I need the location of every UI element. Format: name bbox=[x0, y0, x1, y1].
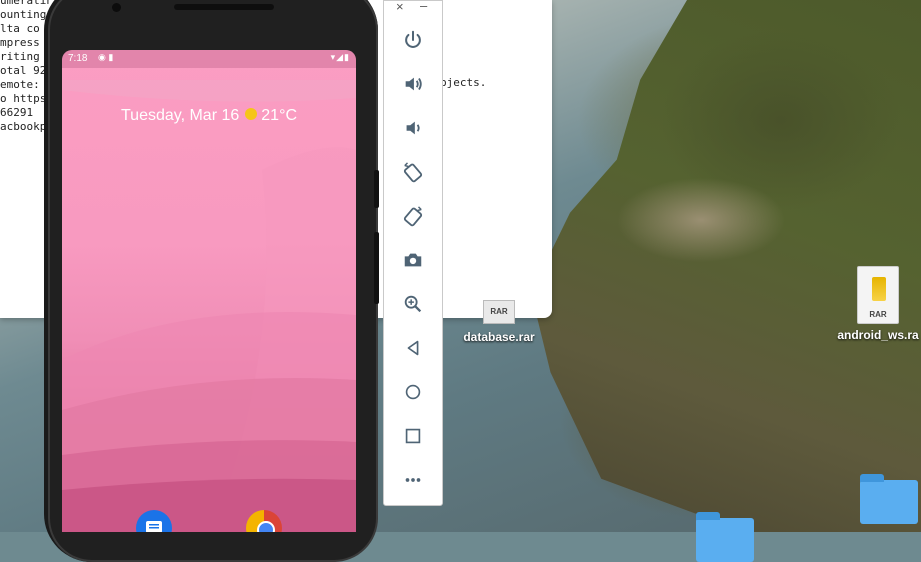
terminal-line: acbookp bbox=[0, 120, 47, 133]
volume-down-icon bbox=[406, 121, 420, 135]
zoom-button[interactable] bbox=[399, 290, 427, 318]
more-button[interactable] bbox=[399, 466, 427, 494]
sun-weather-icon bbox=[245, 108, 258, 121]
terminal-line-right: bjects. bbox=[440, 76, 487, 89]
desktop-icon-database-rar[interactable]: RAR database.rar bbox=[452, 300, 546, 344]
volume-up-button[interactable] bbox=[399, 70, 427, 98]
terminal-line: umeratin bbox=[0, 0, 50, 7]
volume-down-button[interactable] bbox=[399, 114, 427, 142]
emulator-toolbar: × – bbox=[383, 0, 443, 506]
terminal-line: riting bbox=[0, 50, 40, 63]
terminal-line: 66291 bbox=[0, 106, 34, 119]
rotate-left-button[interactable] bbox=[399, 158, 427, 186]
rar-file-icon: RAR bbox=[857, 266, 899, 324]
rar-archive-band bbox=[872, 277, 886, 301]
phone-volume-button bbox=[374, 232, 379, 304]
power-icon bbox=[405, 30, 421, 48]
zoom-icon bbox=[404, 295, 422, 313]
front-camera-icon bbox=[112, 3, 121, 12]
file-type-tag: RAR bbox=[869, 310, 887, 319]
terminal-line: otal 92 bbox=[0, 64, 47, 77]
message-bubble-icon bbox=[146, 521, 162, 532]
rotate-left-icon bbox=[403, 162, 423, 183]
emulator-window-controls: × – bbox=[384, 0, 442, 15]
back-button[interactable] bbox=[399, 334, 427, 362]
rotate-right-icon bbox=[403, 206, 423, 227]
temperature-text: 21°C bbox=[261, 107, 298, 124]
terminal-line: mpress bbox=[0, 36, 40, 49]
rar-file-icon: RAR bbox=[483, 300, 515, 324]
more-icon bbox=[405, 478, 421, 482]
status-time: 7:18 bbox=[68, 53, 88, 64]
earpiece-speaker bbox=[174, 4, 274, 10]
terminal-line: lta co bbox=[0, 22, 40, 35]
home-button[interactable] bbox=[399, 378, 427, 406]
back-icon bbox=[407, 340, 419, 356]
home-icon bbox=[405, 384, 421, 400]
minimize-button[interactable]: – bbox=[420, 0, 427, 13]
terminal-line: emote: bbox=[0, 78, 40, 91]
desktop-icon-label: database.rar bbox=[463, 330, 535, 344]
signal-battery-icon: ▾◢▮ bbox=[330, 52, 350, 62]
file-type-tag: RAR bbox=[490, 307, 508, 316]
messages-app-icon[interactable] bbox=[136, 510, 172, 532]
notification-icons: ◉ ▮ bbox=[98, 52, 114, 62]
camera-icon bbox=[404, 253, 422, 267]
terminal-line: o https bbox=[0, 92, 47, 105]
phone-screen[interactable]: 7:18 ◉ ▮ ▾◢▮ Tuesday, Mar 16 21°C bbox=[62, 50, 356, 532]
close-button[interactable]: × bbox=[396, 0, 404, 14]
terminal-output: umeratin ounting lta co mpress riting ot… bbox=[0, 0, 50, 134]
overview-icon bbox=[405, 428, 421, 444]
phone-power-button bbox=[374, 170, 379, 208]
terminal-line: ounting bbox=[0, 8, 47, 21]
desktop-folder-icon[interactable] bbox=[860, 474, 918, 524]
status-bar: 7:18 ◉ ▮ ▾◢▮ bbox=[62, 50, 356, 68]
rotate-right-button[interactable] bbox=[399, 202, 427, 230]
volume-up-icon bbox=[405, 77, 422, 91]
date-text: Tuesday, Mar 16 bbox=[120, 107, 240, 124]
desktop-folder-icon[interactable] bbox=[696, 512, 754, 562]
desktop-icon-android-ws-rar[interactable]: RAR android_ws.ra bbox=[828, 266, 921, 342]
date-weather-widget[interactable]: Tuesday, Mar 16 21°C bbox=[62, 107, 356, 125]
desktop-icon-label: android_ws.ra bbox=[837, 328, 919, 342]
chrome-center-icon bbox=[257, 521, 275, 532]
screenshot-button[interactable] bbox=[399, 246, 427, 274]
overview-button[interactable] bbox=[399, 422, 427, 450]
power-button[interactable] bbox=[399, 26, 427, 54]
